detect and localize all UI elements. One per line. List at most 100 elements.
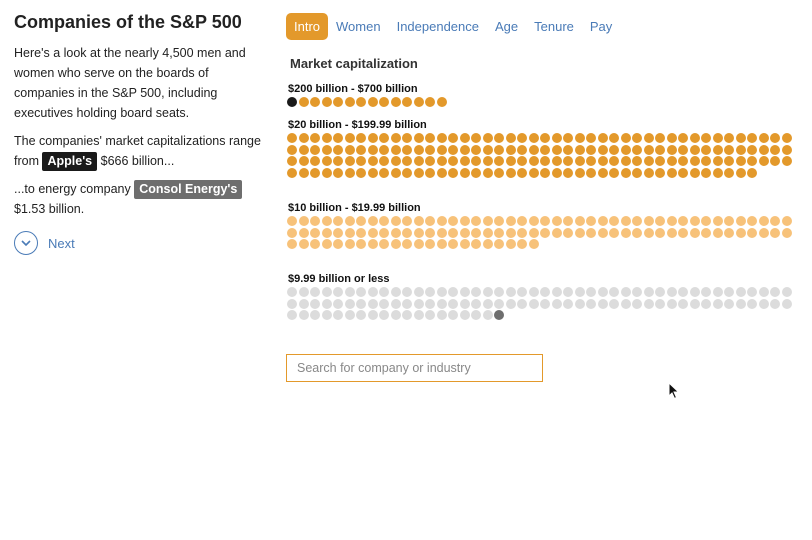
company-dot[interactable] (551, 216, 562, 226)
company-dot[interactable] (333, 167, 343, 178)
tab-independence[interactable]: Independence (389, 13, 487, 40)
company-dot[interactable] (287, 144, 297, 155)
company-dot[interactable] (425, 133, 435, 143)
company-dot[interactable] (540, 144, 550, 155)
company-dot[interactable] (344, 167, 355, 178)
company-dot[interactable] (712, 298, 723, 309)
company-dot[interactable] (666, 167, 677, 178)
company-dot[interactable] (620, 298, 631, 309)
company-dot[interactable] (563, 167, 573, 178)
company-dot[interactable] (298, 97, 309, 107)
company-dot[interactable] (620, 156, 631, 166)
company-dot[interactable] (551, 298, 562, 309)
company-dot[interactable] (609, 287, 619, 297)
company-dot[interactable] (563, 144, 573, 155)
company-dot[interactable] (425, 298, 435, 309)
company-dot[interactable] (436, 310, 447, 320)
company-dot[interactable] (609, 167, 619, 178)
company-dot[interactable] (724, 287, 734, 297)
company-dot[interactable] (540, 216, 550, 226)
company-dot[interactable] (770, 298, 780, 309)
company-dot[interactable] (563, 287, 573, 297)
company-dot[interactable] (781, 216, 792, 226)
company-dot[interactable] (321, 239, 332, 249)
company-dot[interactable] (517, 239, 527, 249)
company-dot[interactable] (586, 227, 596, 238)
company-dot[interactable] (459, 287, 470, 297)
company-dot[interactable] (643, 287, 654, 297)
company-dot[interactable] (540, 298, 550, 309)
company-dot[interactable] (770, 144, 780, 155)
company-dot[interactable] (482, 298, 493, 309)
company-dot[interactable] (655, 298, 665, 309)
company-dot[interactable] (609, 298, 619, 309)
company-dot[interactable] (655, 156, 665, 166)
company-dot[interactable] (356, 310, 366, 320)
company-dot[interactable] (494, 167, 504, 178)
company-dot[interactable] (471, 156, 481, 166)
company-dot[interactable] (287, 133, 297, 143)
company-dot[interactable] (333, 97, 343, 107)
company-dot[interactable] (632, 133, 642, 143)
company-dot[interactable] (379, 97, 389, 107)
company-dot[interactable] (402, 133, 412, 143)
company-dot[interactable] (356, 227, 366, 238)
company-dot[interactable] (448, 167, 458, 178)
company-dot[interactable] (459, 167, 470, 178)
company-dot[interactable] (482, 156, 493, 166)
company-dot[interactable] (402, 239, 412, 249)
company-dot[interactable] (471, 287, 481, 297)
company-dot[interactable] (367, 239, 378, 249)
company-dot[interactable] (505, 144, 516, 155)
company-dot[interactable] (425, 156, 435, 166)
company-dot[interactable] (655, 144, 665, 155)
company-dot[interactable] (287, 167, 297, 178)
company-dot[interactable] (436, 216, 447, 226)
company-dot[interactable] (724, 167, 734, 178)
company-dot[interactable] (333, 287, 343, 297)
company-dot[interactable] (390, 239, 401, 249)
company-dot[interactable] (287, 310, 297, 320)
company-dot[interactable] (448, 156, 458, 166)
company-dot[interactable] (505, 298, 516, 309)
company-dot[interactable] (701, 144, 711, 155)
company-dot[interactable] (436, 97, 447, 107)
company-dot[interactable] (298, 227, 309, 238)
company-dot[interactable] (586, 167, 596, 178)
company-dot[interactable] (540, 167, 550, 178)
company-dot[interactable] (448, 216, 458, 226)
company-dot[interactable] (678, 133, 688, 143)
company-dot[interactable] (689, 144, 700, 155)
company-dot[interactable] (597, 287, 608, 297)
company-dot[interactable] (356, 144, 366, 155)
company-dot[interactable] (528, 144, 539, 155)
company-dot[interactable] (310, 216, 320, 226)
company-dot[interactable] (517, 156, 527, 166)
company-dot[interactable] (390, 133, 401, 143)
company-dot[interactable] (367, 287, 378, 297)
company-dot[interactable] (551, 167, 562, 178)
company-dot[interactable] (701, 298, 711, 309)
company-dot[interactable] (333, 144, 343, 155)
company-dot[interactable] (666, 287, 677, 297)
company-dot[interactable] (367, 144, 378, 155)
company-dot[interactable] (471, 310, 481, 320)
company-dot[interactable] (597, 227, 608, 238)
company-dot[interactable] (402, 287, 412, 297)
company-dot[interactable] (505, 216, 516, 226)
company-dot[interactable] (298, 298, 309, 309)
company-dot[interactable] (597, 298, 608, 309)
company-dot[interactable] (689, 133, 700, 143)
company-dot[interactable] (356, 133, 366, 143)
company-dot[interactable] (735, 216, 746, 226)
company-dot[interactable] (770, 227, 780, 238)
company-dot[interactable] (413, 287, 424, 297)
company-dot[interactable] (459, 227, 470, 238)
company-dot[interactable] (494, 216, 504, 226)
company-dot[interactable] (666, 298, 677, 309)
company-dot[interactable] (528, 239, 539, 249)
company-dot[interactable] (758, 144, 769, 155)
company-dot[interactable] (586, 287, 596, 297)
company-dot[interactable] (689, 227, 700, 238)
company-dot[interactable] (402, 227, 412, 238)
